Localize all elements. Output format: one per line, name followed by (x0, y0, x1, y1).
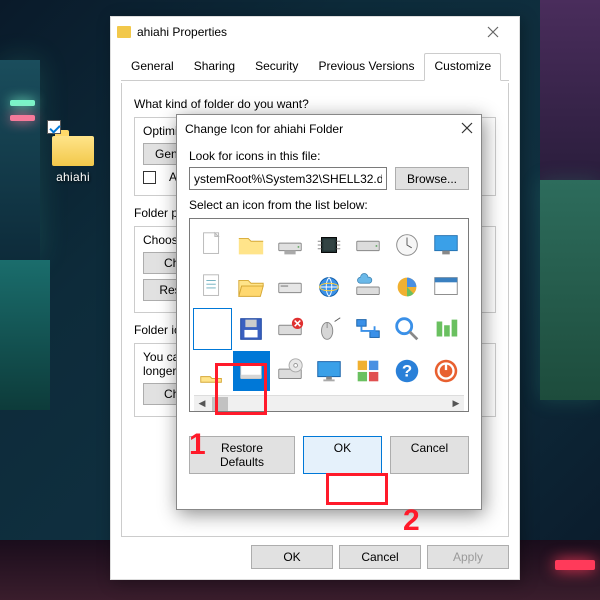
tab-sharing[interactable]: Sharing (184, 53, 245, 80)
scroll-right-icon[interactable]: ▶ (448, 396, 464, 412)
annotation-number-2: 2 (403, 504, 420, 538)
change-icon-ok-button[interactable]: OK (303, 436, 382, 474)
icon-list-scrollbar[interactable]: ◀ ▶ (194, 395, 464, 411)
desktop-background: ahiahi ahiahi Properties General Sharing… (0, 0, 600, 600)
icon-chip[interactable] (311, 225, 348, 265)
icon-open-folder[interactable] (233, 267, 270, 307)
scroll-thumb[interactable] (212, 397, 228, 411)
change-icon-cancel-button[interactable]: Cancel (390, 436, 469, 474)
checkmark-icon (47, 120, 61, 134)
properties-title: ahiahi Properties (137, 25, 473, 39)
icon-chart-pie[interactable] (388, 267, 425, 307)
icon-search[interactable] (388, 309, 425, 349)
icon-desktop-blue[interactable] (427, 225, 464, 265)
properties-ok-button[interactable]: OK (251, 545, 333, 569)
folder-icon (52, 130, 94, 166)
icon-list[interactable]: ? ◀ ▶ (189, 218, 469, 412)
also-apply-checkbox[interactable] (143, 171, 156, 184)
icon-drive-generic[interactable] (272, 267, 309, 307)
icon-window-program[interactable] (427, 267, 464, 307)
icon-folder[interactable] (233, 225, 270, 265)
icon-clock[interactable] (388, 225, 425, 265)
tab-security[interactable]: Security (245, 53, 308, 80)
change-icon-dialog: Change Icon for ahiahi Folder Look for i… (176, 114, 482, 510)
kind-label: What kind of folder do you want? (134, 97, 496, 111)
look-for-icons-label: Look for icons in this file: (189, 149, 469, 163)
icon-floppy-disk[interactable] (233, 309, 270, 349)
select-icon-label: Select an icon from the list below: (189, 198, 469, 212)
icon-monitor[interactable] (311, 351, 348, 391)
icon-cloud-drive[interactable] (349, 267, 386, 307)
icon-help[interactable]: ? (388, 351, 425, 391)
icon-drive-network[interactable] (272, 225, 309, 265)
icon-drive[interactable] (349, 225, 386, 265)
icon-mouse-pointer[interactable] (311, 309, 348, 349)
tab-general[interactable]: General (121, 53, 184, 80)
annotation-number-1: 1 (189, 428, 206, 462)
icon-network[interactable] (349, 309, 386, 349)
change-icon-titlebar[interactable]: Change Icon for ahiahi Folder (177, 115, 481, 143)
change-icon-title: Change Icon for ahiahi Folder (185, 122, 461, 136)
svg-text:?: ? (402, 362, 412, 381)
tab-customize[interactable]: Customize (424, 53, 501, 81)
close-icon (487, 26, 499, 38)
icon-volume-mixer[interactable] (427, 309, 464, 349)
icon-control-panel[interactable] (349, 351, 386, 391)
folder-icon (117, 26, 131, 38)
icon-file-path-input[interactable] (189, 167, 387, 190)
close-icon (461, 122, 473, 134)
icon-document[interactable] (194, 267, 231, 307)
icon-blank-selected[interactable] (194, 309, 231, 349)
icon-folder-small[interactable] (194, 351, 231, 391)
desktop-folder-label: ahiahi (38, 170, 108, 184)
desktop-folder-ahiahi[interactable]: ahiahi (38, 130, 108, 184)
properties-titlebar[interactable]: ahiahi Properties (111, 17, 519, 47)
icon-internet-globe[interactable] (311, 267, 348, 307)
tab-previous-versions[interactable]: Previous Versions (308, 53, 424, 80)
icon-drive-disconnect[interactable] (272, 309, 309, 349)
icon-shutdown[interactable] (427, 351, 464, 391)
icon-cd-drive[interactable] (272, 351, 309, 391)
properties-cancel-button[interactable]: Cancel (339, 545, 421, 569)
icon-drive-selected[interactable] (233, 351, 270, 391)
scroll-left-icon[interactable]: ◀ (194, 396, 210, 412)
browse-button[interactable]: Browse... (395, 167, 469, 190)
properties-apply-button: Apply (427, 545, 509, 569)
icon-blank-file[interactable] (194, 225, 231, 265)
close-button[interactable] (473, 18, 513, 46)
properties-tabs: General Sharing Security Previous Versio… (121, 53, 509, 81)
change-icon-close-button[interactable] (461, 122, 473, 137)
